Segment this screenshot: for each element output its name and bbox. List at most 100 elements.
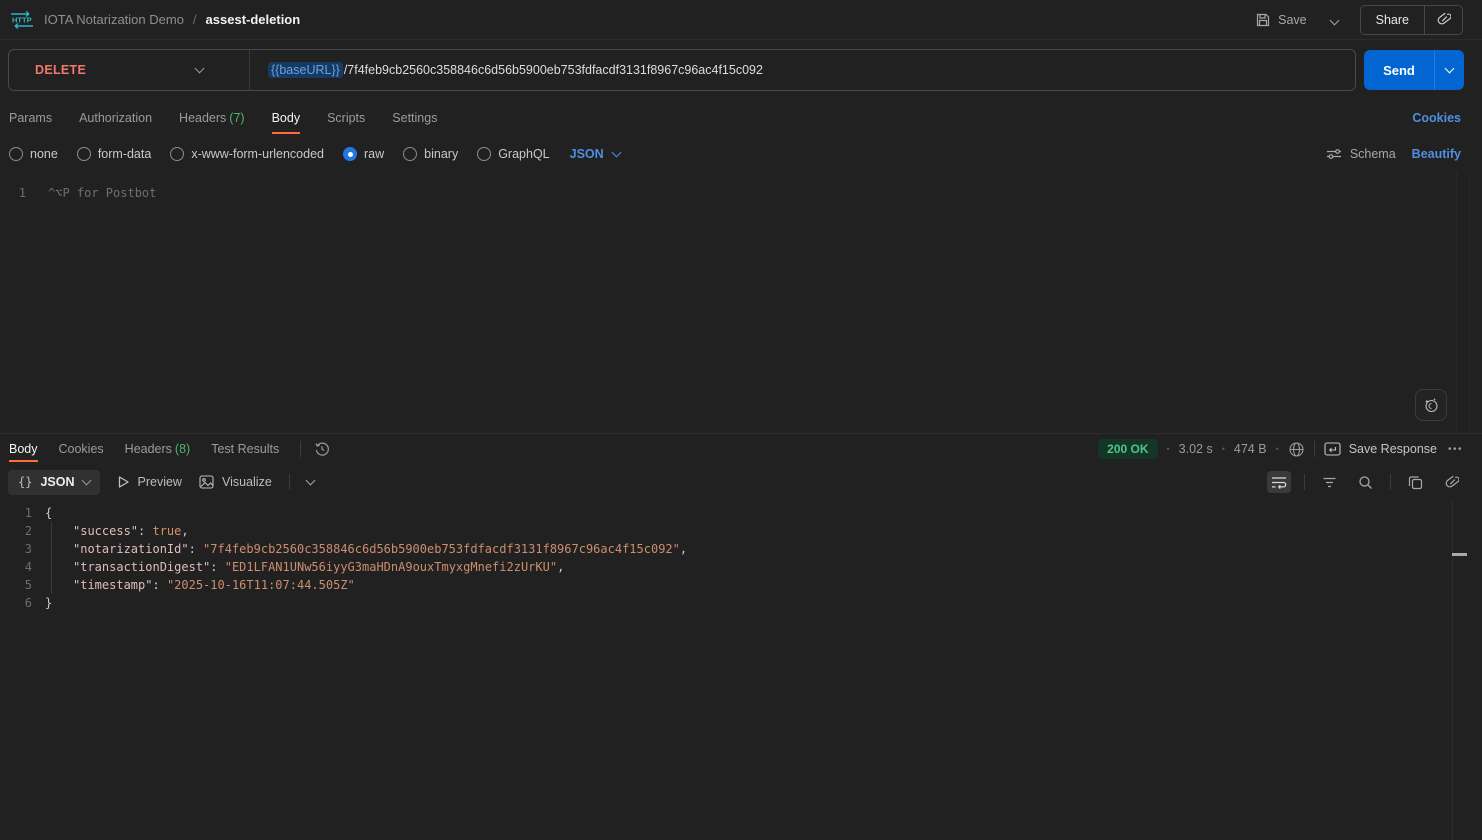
tab-headers[interactable]: Headers(7)	[179, 102, 245, 134]
response-time[interactable]: 3.02 s	[1179, 442, 1213, 456]
response-scrollbar-track[interactable]	[1452, 500, 1453, 840]
tab-settings[interactable]: Settings	[392, 102, 437, 134]
response-size[interactable]: 474 B	[1234, 442, 1267, 456]
network-globe-icon[interactable]	[1288, 441, 1305, 458]
link-icon[interactable]	[1440, 471, 1463, 494]
more-options-button[interactable]: •••	[1448, 444, 1463, 455]
code-line-number: 5	[0, 576, 45, 594]
code-line-number: 2	[0, 522, 45, 540]
code-line-content: {	[45, 504, 52, 522]
svg-text:HTTP: HTTP	[12, 15, 32, 24]
tab-params[interactable]: Params	[9, 102, 52, 134]
indent-guide	[51, 522, 73, 540]
tab-scripts[interactable]: Scripts	[327, 102, 365, 134]
response-scrollbar-thumb[interactable]	[1452, 553, 1467, 556]
history-icon[interactable]	[314, 441, 330, 457]
filter-button[interactable]	[1318, 472, 1341, 493]
dot-separator: •	[1222, 444, 1225, 454]
save-response-label: Save Response	[1349, 442, 1437, 456]
body-type-none[interactable]: none	[9, 147, 58, 161]
tab-authorization[interactable]: Authorization	[79, 102, 152, 134]
tab-body[interactable]: Body	[272, 102, 301, 134]
share-button[interactable]: Share	[1361, 13, 1424, 27]
code-line: 4"transactionDigest": "ED1LFAN1UNw56iyyG…	[0, 558, 1482, 576]
save-options-button[interactable]	[1321, 9, 1348, 31]
postbot-button[interactable]	[1415, 389, 1447, 421]
body-type-label: raw	[364, 147, 384, 161]
cookies-link[interactable]: Cookies	[1412, 111, 1461, 125]
format-more-chevron[interactable]	[305, 476, 315, 486]
body-format-label: JSON	[570, 147, 604, 161]
response-panel: Body Cookies Headers(8) Test Results 200…	[0, 433, 1482, 773]
editor-scrollbar-track-outer[interactable]	[1469, 172, 1470, 433]
http-request-icon: HTTP	[9, 10, 35, 30]
response-toolbar: {} JSON Preview Visualize	[0, 464, 1482, 500]
method-selector[interactable]: DELETE	[9, 50, 249, 90]
divider	[289, 474, 290, 490]
response-tab-cookies[interactable]: Cookies	[59, 436, 104, 462]
response-headers-count: (8)	[175, 442, 190, 456]
search-icon[interactable]	[1354, 471, 1377, 494]
breadcrumb-separator: /	[193, 12, 197, 27]
body-type-form-data[interactable]: form-data	[77, 147, 152, 161]
response-tab-body[interactable]: Body	[9, 436, 38, 462]
beautify-button[interactable]: Beautify	[1412, 147, 1461, 161]
code-line-number: 4	[0, 558, 45, 576]
dot-separator: •	[1276, 444, 1279, 454]
wrap-text-button[interactable]	[1267, 471, 1291, 493]
response-history-area	[300, 441, 330, 457]
editor-scrollbar-track[interactable]	[1456, 172, 1457, 433]
url-path: /7f4feb9cb2560c358846c6d56b5900eb753fdfa…	[344, 63, 763, 77]
code-line: 6}	[0, 594, 1482, 612]
body-type-GraphQL[interactable]: GraphQL	[477, 147, 549, 161]
code-line-number: 3	[0, 540, 45, 558]
chevron-down-icon	[1329, 15, 1339, 25]
response-format-selector[interactable]: {} JSON	[8, 470, 100, 495]
breadcrumb-request-name[interactable]: assest-deletion	[206, 12, 301, 27]
response-tab-headers[interactable]: Headers(8)	[125, 436, 191, 462]
save-response-button[interactable]: Save Response	[1324, 442, 1437, 456]
postbot-hint: ^⌥P for Postbot	[48, 185, 156, 201]
schema-button[interactable]: Schema	[1326, 147, 1396, 161]
radio-icon	[170, 147, 184, 161]
code-line: 1{	[0, 504, 1482, 522]
response-format-label: JSON	[40, 475, 74, 489]
base-url-variable[interactable]: {{baseURL}}	[268, 62, 343, 78]
request-body-editor[interactable]: 1 ^⌥P for Postbot	[0, 172, 1482, 433]
topbar: HTTP IOTA Notarization Demo / assest-del…	[0, 0, 1482, 40]
response-code[interactable]: 1{2"success": true,3"notarizationId": "7…	[0, 500, 1482, 774]
method-label: DELETE	[35, 63, 86, 77]
code-line-number: 1	[0, 504, 45, 522]
divider	[1314, 441, 1315, 457]
status-badge[interactable]: 200 OK	[1098, 439, 1157, 459]
visualize-label: Visualize	[222, 475, 272, 489]
body-type-binary[interactable]: binary	[403, 147, 458, 161]
send-options-button[interactable]	[1434, 50, 1464, 90]
save-button[interactable]: Save	[1247, 7, 1315, 33]
code-line-content: "notarizationId": "7f4feb9cb2560c358846c…	[45, 540, 687, 558]
send-button[interactable]: Send	[1364, 50, 1434, 90]
body-type-x-www-form-urlencoded[interactable]: x-www-form-urlencoded	[170, 147, 324, 161]
url-input[interactable]: {{baseURL}} /7f4feb9cb2560c358846c6d56b5…	[250, 62, 1355, 78]
copy-button[interactable]	[1404, 471, 1427, 494]
copy-link-button[interactable]	[1425, 12, 1462, 27]
response-toolbar-actions	[1267, 471, 1463, 494]
preview-button[interactable]: Preview	[117, 475, 182, 489]
code-line-content: }	[45, 594, 52, 612]
share-group: Share	[1360, 5, 1463, 35]
breadcrumb-collection[interactable]: IOTA Notarization Demo	[44, 12, 184, 27]
radio-icon	[403, 147, 417, 161]
preview-label: Preview	[138, 475, 182, 489]
code-line-content: "timestamp": "2025-10-16T11:07:44.505Z"	[45, 576, 355, 594]
body-format-selector[interactable]: JSON	[570, 147, 620, 161]
body-type-label: GraphQL	[498, 147, 549, 161]
code-line-content: "transactionDigest": "ED1LFAN1UNw56iyyG3…	[45, 558, 564, 576]
response-tab-test-results[interactable]: Test Results	[211, 436, 279, 462]
editor-line: 1 ^⌥P for Postbot	[0, 172, 1482, 201]
breadcrumb: HTTP IOTA Notarization Demo / assest-del…	[0, 10, 300, 30]
radio-icon	[343, 147, 357, 161]
image-icon	[199, 475, 214, 489]
indent-guide	[51, 576, 73, 594]
visualize-button[interactable]: Visualize	[199, 475, 272, 489]
body-type-raw[interactable]: raw	[343, 147, 384, 161]
